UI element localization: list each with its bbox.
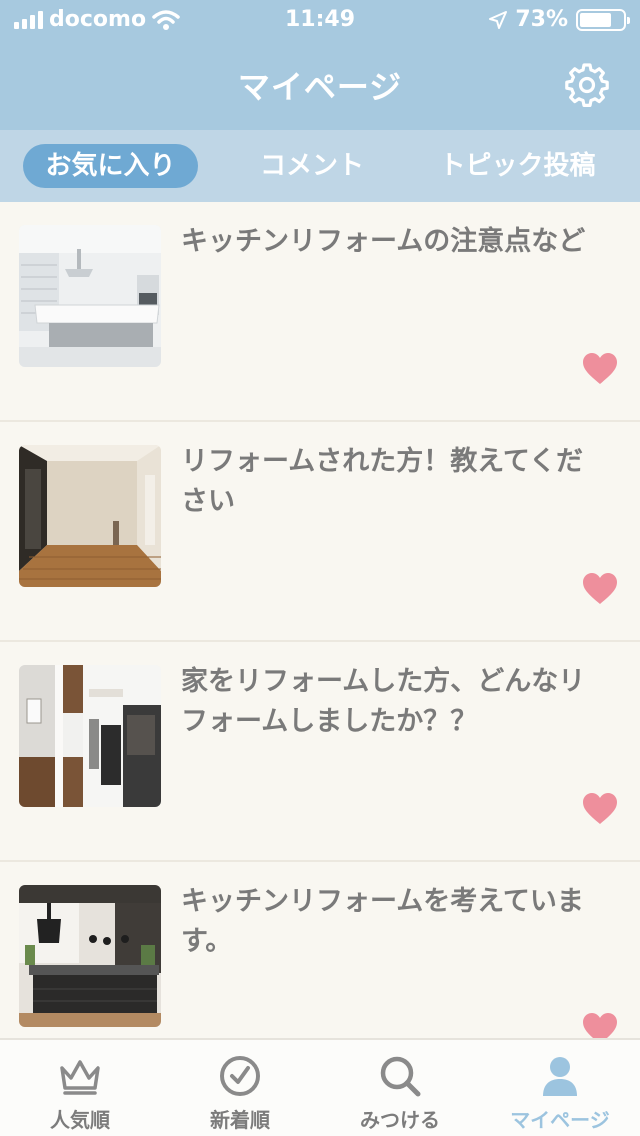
nav-label: 人気順 — [50, 1108, 110, 1132]
gear-icon[interactable] — [564, 62, 610, 108]
nav-item-discover[interactable]: みつける — [320, 1040, 480, 1136]
item-title: 家をリフォームした方、どんなリフォームしましたか？？ — [181, 666, 586, 737]
status-right: 73% — [489, 7, 630, 32]
location-arrow-icon — [489, 10, 508, 29]
app-screen: docomo 11:49 73% マイページ お気に入り コメント トピック投稿… — [0, 0, 640, 1136]
status-bar: docomo 11:49 73% — [0, 0, 640, 40]
item-title: リフォームされた方！教えてください — [181, 446, 584, 517]
dark-kitchen-island-photo — [19, 885, 161, 1027]
favorites-list: キッチンリフォームの注意点など リフォームされた方！教えてください 家をリフォー… — [0, 202, 640, 1038]
clock-icon — [220, 1056, 260, 1096]
heart-icon[interactable] — [582, 572, 618, 606]
page-title: マイページ — [237, 68, 403, 106]
tab-comments[interactable]: コメント — [232, 144, 392, 188]
battery-percent: 73% — [515, 7, 568, 32]
battery-icon — [576, 8, 630, 31]
white-kitchen-photo — [19, 225, 161, 367]
heart-icon[interactable] — [582, 1012, 618, 1038]
nav-label: マイページ — [510, 1108, 610, 1132]
list-item[interactable]: キッチンリフォームの注意点など — [0, 202, 640, 422]
tab-favorites[interactable]: お気に入り — [23, 144, 198, 188]
list-item[interactable]: キッチンリフォームを考えています。 — [0, 862, 640, 1038]
list-item[interactable]: 家をリフォームした方、どんなリフォームしましたか？？ — [0, 642, 640, 862]
heart-icon[interactable] — [582, 792, 618, 826]
nav-item-mypage[interactable]: マイページ — [480, 1040, 640, 1136]
nav-label: 新着順 — [210, 1108, 270, 1132]
nav-label: みつける — [360, 1108, 440, 1132]
heart-icon[interactable] — [582, 352, 618, 386]
search-icon — [380, 1056, 421, 1097]
nav-item-newest[interactable]: 新着順 — [160, 1040, 320, 1136]
entrance-closet-photo — [19, 665, 161, 807]
user-icon — [543, 1057, 577, 1096]
empty-wooden-floor-room-photo — [19, 445, 161, 587]
battery-fill — [580, 12, 611, 27]
list-item[interactable]: リフォームされた方！教えてください — [0, 422, 640, 642]
tab-bar: お気に入り コメント トピック投稿 — [0, 130, 640, 202]
bottom-nav: 人気順 新着順 みつける マイページ — [0, 1038, 640, 1136]
nav-item-popular[interactable]: 人気順 — [0, 1040, 160, 1136]
item-title: キッチンリフォームの注意点など — [181, 226, 586, 257]
crown-icon — [60, 1060, 100, 1095]
item-title: キッチンリフォームを考えています。 — [181, 886, 584, 957]
tab-topic-posts[interactable]: トピック投稿 — [425, 144, 610, 188]
header: マイページ — [0, 40, 640, 130]
